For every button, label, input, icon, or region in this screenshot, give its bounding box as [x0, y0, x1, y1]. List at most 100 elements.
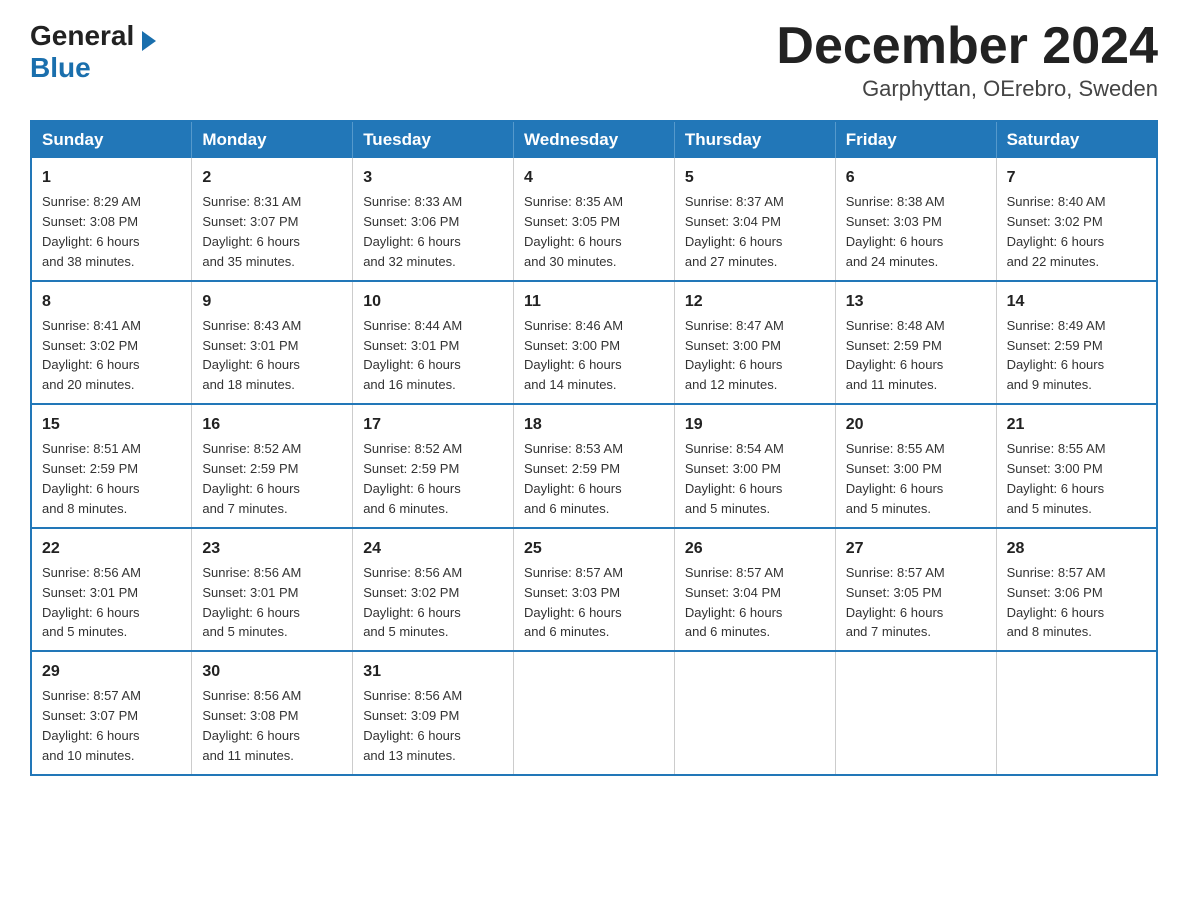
- day-number: 26: [685, 537, 825, 560]
- calendar-cell: 20 Sunrise: 8:55 AMSunset: 3:00 PMDaylig…: [835, 404, 996, 528]
- day-number: 31: [363, 660, 503, 683]
- calendar-week-row: 1 Sunrise: 8:29 AMSunset: 3:08 PMDayligh…: [31, 158, 1157, 281]
- calendar-cell: 22 Sunrise: 8:56 AMSunset: 3:01 PMDaylig…: [31, 528, 192, 652]
- day-info: Sunrise: 8:55 AMSunset: 3:00 PMDaylight:…: [1007, 441, 1106, 516]
- calendar-cell: 2 Sunrise: 8:31 AMSunset: 3:07 PMDayligh…: [192, 158, 353, 281]
- logo-blue: Blue: [30, 52, 91, 84]
- day-number: 6: [846, 166, 986, 189]
- day-number: 14: [1007, 290, 1146, 313]
- calendar-cell: 3 Sunrise: 8:33 AMSunset: 3:06 PMDayligh…: [353, 158, 514, 281]
- day-info: Sunrise: 8:57 AMSunset: 3:05 PMDaylight:…: [846, 565, 945, 640]
- day-number: 1: [42, 166, 181, 189]
- day-info: Sunrise: 8:54 AMSunset: 3:00 PMDaylight:…: [685, 441, 784, 516]
- calendar-cell: 14 Sunrise: 8:49 AMSunset: 2:59 PMDaylig…: [996, 281, 1157, 405]
- day-number: 24: [363, 537, 503, 560]
- day-number: 25: [524, 537, 664, 560]
- weekday-header-row: SundayMondayTuesdayWednesdayThursdayFrid…: [31, 121, 1157, 158]
- day-number: 20: [846, 413, 986, 436]
- calendar-cell: [514, 651, 675, 775]
- calendar-cell: 25 Sunrise: 8:57 AMSunset: 3:03 PMDaylig…: [514, 528, 675, 652]
- calendar-week-row: 15 Sunrise: 8:51 AMSunset: 2:59 PMDaylig…: [31, 404, 1157, 528]
- calendar-table: SundayMondayTuesdayWednesdayThursdayFrid…: [30, 120, 1158, 776]
- calendar-cell: 31 Sunrise: 8:56 AMSunset: 3:09 PMDaylig…: [353, 651, 514, 775]
- day-info: Sunrise: 8:40 AMSunset: 3:02 PMDaylight:…: [1007, 194, 1106, 269]
- day-number: 7: [1007, 166, 1146, 189]
- day-number: 23: [202, 537, 342, 560]
- calendar-cell: 15 Sunrise: 8:51 AMSunset: 2:59 PMDaylig…: [31, 404, 192, 528]
- calendar-cell: 16 Sunrise: 8:52 AMSunset: 2:59 PMDaylig…: [192, 404, 353, 528]
- day-info: Sunrise: 8:56 AMSunset: 3:08 PMDaylight:…: [202, 688, 301, 763]
- day-info: Sunrise: 8:43 AMSunset: 3:01 PMDaylight:…: [202, 318, 301, 393]
- day-info: Sunrise: 8:52 AMSunset: 2:59 PMDaylight:…: [363, 441, 462, 516]
- weekday-header-tuesday: Tuesday: [353, 121, 514, 158]
- logo-triangle-icon: [142, 31, 156, 51]
- calendar-cell: 19 Sunrise: 8:54 AMSunset: 3:00 PMDaylig…: [674, 404, 835, 528]
- day-number: 21: [1007, 413, 1146, 436]
- calendar-cell: 9 Sunrise: 8:43 AMSunset: 3:01 PMDayligh…: [192, 281, 353, 405]
- day-info: Sunrise: 8:29 AMSunset: 3:08 PMDaylight:…: [42, 194, 141, 269]
- calendar-cell: [835, 651, 996, 775]
- weekday-header-saturday: Saturday: [996, 121, 1157, 158]
- title-block: December 2024 Garphyttan, OErebro, Swede…: [776, 20, 1158, 102]
- day-number: 30: [202, 660, 342, 683]
- calendar-location: Garphyttan, OErebro, Sweden: [776, 76, 1158, 102]
- calendar-cell: [674, 651, 835, 775]
- calendar-week-row: 8 Sunrise: 8:41 AMSunset: 3:02 PMDayligh…: [31, 281, 1157, 405]
- calendar-cell: 1 Sunrise: 8:29 AMSunset: 3:08 PMDayligh…: [31, 158, 192, 281]
- calendar-title: December 2024: [776, 20, 1158, 72]
- calendar-cell: 24 Sunrise: 8:56 AMSunset: 3:02 PMDaylig…: [353, 528, 514, 652]
- day-number: 10: [363, 290, 503, 313]
- day-number: 28: [1007, 537, 1146, 560]
- day-number: 9: [202, 290, 342, 313]
- calendar-cell: 11 Sunrise: 8:46 AMSunset: 3:00 PMDaylig…: [514, 281, 675, 405]
- calendar-cell: 27 Sunrise: 8:57 AMSunset: 3:05 PMDaylig…: [835, 528, 996, 652]
- day-number: 2: [202, 166, 342, 189]
- day-info: Sunrise: 8:56 AMSunset: 3:01 PMDaylight:…: [42, 565, 141, 640]
- calendar-cell: 30 Sunrise: 8:56 AMSunset: 3:08 PMDaylig…: [192, 651, 353, 775]
- day-number: 22: [42, 537, 181, 560]
- calendar-cell: 5 Sunrise: 8:37 AMSunset: 3:04 PMDayligh…: [674, 158, 835, 281]
- day-info: Sunrise: 8:31 AMSunset: 3:07 PMDaylight:…: [202, 194, 301, 269]
- weekday-header-sunday: Sunday: [31, 121, 192, 158]
- day-number: 3: [363, 166, 503, 189]
- logo-blue-row: Blue: [30, 52, 91, 84]
- day-info: Sunrise: 8:49 AMSunset: 2:59 PMDaylight:…: [1007, 318, 1106, 393]
- day-info: Sunrise: 8:56 AMSunset: 3:02 PMDaylight:…: [363, 565, 462, 640]
- day-info: Sunrise: 8:57 AMSunset: 3:04 PMDaylight:…: [685, 565, 784, 640]
- calendar-cell: 28 Sunrise: 8:57 AMSunset: 3:06 PMDaylig…: [996, 528, 1157, 652]
- day-info: Sunrise: 8:56 AMSunset: 3:09 PMDaylight:…: [363, 688, 462, 763]
- day-info: Sunrise: 8:46 AMSunset: 3:00 PMDaylight:…: [524, 318, 623, 393]
- calendar-cell: 4 Sunrise: 8:35 AMSunset: 3:05 PMDayligh…: [514, 158, 675, 281]
- day-number: 11: [524, 290, 664, 313]
- header: General Blue December 2024 Garphyttan, O…: [30, 20, 1158, 102]
- calendar-week-row: 29 Sunrise: 8:57 AMSunset: 3:07 PMDaylig…: [31, 651, 1157, 775]
- calendar-cell: 21 Sunrise: 8:55 AMSunset: 3:00 PMDaylig…: [996, 404, 1157, 528]
- day-info: Sunrise: 8:41 AMSunset: 3:02 PMDaylight:…: [42, 318, 141, 393]
- calendar-cell: 7 Sunrise: 8:40 AMSunset: 3:02 PMDayligh…: [996, 158, 1157, 281]
- calendar-cell: 6 Sunrise: 8:38 AMSunset: 3:03 PMDayligh…: [835, 158, 996, 281]
- logo-general: General: [30, 20, 134, 51]
- day-number: 4: [524, 166, 664, 189]
- weekday-header-thursday: Thursday: [674, 121, 835, 158]
- weekday-header-friday: Friday: [835, 121, 996, 158]
- day-info: Sunrise: 8:48 AMSunset: 2:59 PMDaylight:…: [846, 318, 945, 393]
- day-number: 8: [42, 290, 181, 313]
- day-info: Sunrise: 8:56 AMSunset: 3:01 PMDaylight:…: [202, 565, 301, 640]
- day-number: 16: [202, 413, 342, 436]
- day-info: Sunrise: 8:53 AMSunset: 2:59 PMDaylight:…: [524, 441, 623, 516]
- day-info: Sunrise: 8:33 AMSunset: 3:06 PMDaylight:…: [363, 194, 462, 269]
- day-number: 19: [685, 413, 825, 436]
- day-info: Sunrise: 8:55 AMSunset: 3:00 PMDaylight:…: [846, 441, 945, 516]
- day-info: Sunrise: 8:57 AMSunset: 3:03 PMDaylight:…: [524, 565, 623, 640]
- calendar-cell: 29 Sunrise: 8:57 AMSunset: 3:07 PMDaylig…: [31, 651, 192, 775]
- weekday-header-wednesday: Wednesday: [514, 121, 675, 158]
- day-info: Sunrise: 8:57 AMSunset: 3:07 PMDaylight:…: [42, 688, 141, 763]
- day-info: Sunrise: 8:38 AMSunset: 3:03 PMDaylight:…: [846, 194, 945, 269]
- day-number: 13: [846, 290, 986, 313]
- day-number: 5: [685, 166, 825, 189]
- calendar-cell: 10 Sunrise: 8:44 AMSunset: 3:01 PMDaylig…: [353, 281, 514, 405]
- calendar-cell: [996, 651, 1157, 775]
- day-info: Sunrise: 8:44 AMSunset: 3:01 PMDaylight:…: [363, 318, 462, 393]
- day-number: 29: [42, 660, 181, 683]
- day-number: 15: [42, 413, 181, 436]
